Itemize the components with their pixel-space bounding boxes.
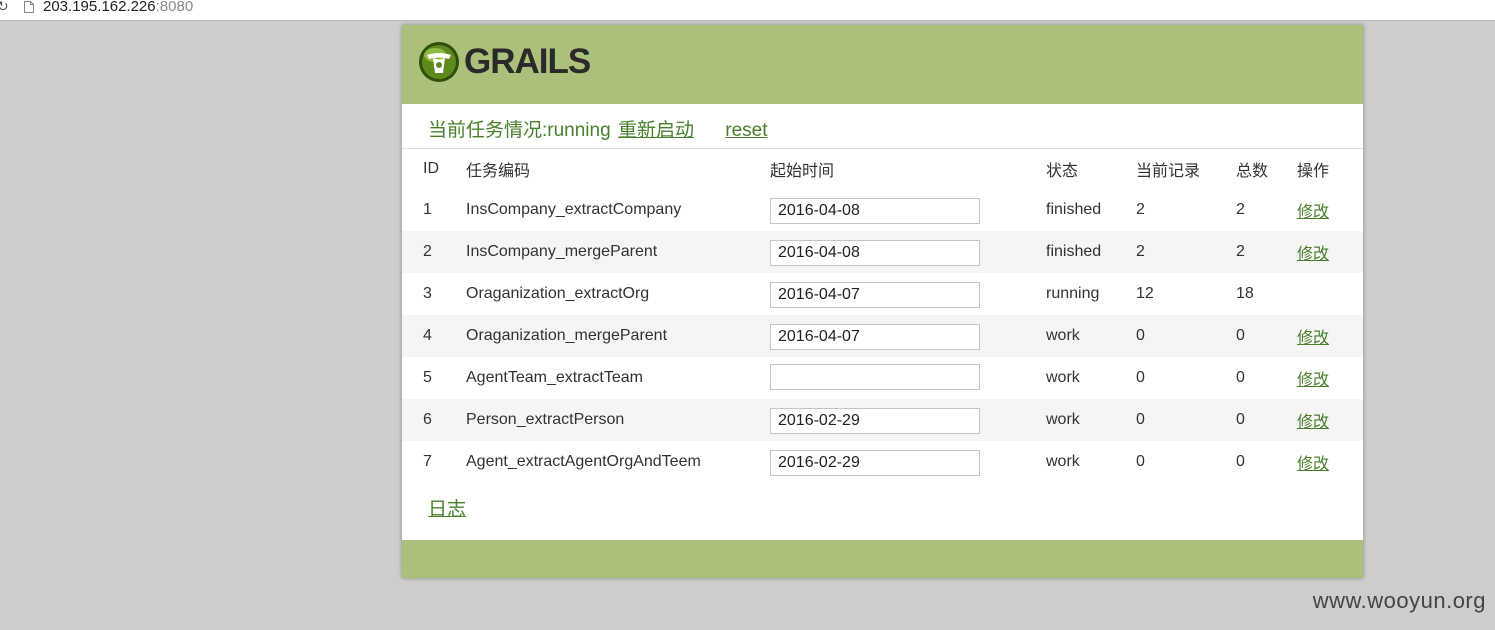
table-row: 7 Agent_extractAgentOrgAndTeem 2016-02-2… [402, 441, 1363, 483]
log-link[interactable]: 日志 [428, 498, 466, 522]
table-row: 2 InsCompany_mergeParent 2016-04-08 fini… [402, 231, 1363, 273]
row-action-cell: 修改 [1297, 231, 1363, 273]
row-current-record: 2 [1136, 201, 1145, 218]
row-state: finished [1046, 243, 1102, 260]
row-action-cell [1297, 273, 1363, 315]
url-text[interactable]: 203.195.162.226:8080 [43, 0, 193, 16]
footer-bar [402, 540, 1363, 578]
row-id: 3 [423, 285, 432, 302]
row-task-code: Oraganization_mergeParent [466, 327, 668, 344]
header-current-record: 当前记录 [1136, 163, 1201, 180]
header-start-time: 起始时间 [770, 163, 835, 180]
row-start-time-cell: 2016-04-08 [770, 189, 1046, 231]
table-row: 4 Oraganization_mergeParent 2016-04-07 w… [402, 315, 1363, 357]
row-id: 4 [423, 327, 432, 344]
url-host: 203.195.162.226 [43, 0, 156, 15]
row-total: 0 [1236, 327, 1245, 344]
row-start-time-cell: 2016-02-29 [770, 399, 1046, 441]
row-total: 2 [1236, 243, 1245, 260]
browser-address-bar[interactable]: ↻ 203.195.162.226:8080 [0, 0, 1495, 21]
row-total: 0 [1236, 453, 1245, 470]
edit-link[interactable]: 修改 [1297, 372, 1329, 389]
reload-icon[interactable]: ↻ [0, 0, 9, 14]
start-time-input[interactable]: 2016-04-08 [770, 240, 980, 266]
table-header-row: ID 任务编码 起始时间 状态 当前记录 总数 操作 [402, 149, 1363, 189]
row-start-time-cell: 2016-04-07 [770, 273, 1046, 315]
row-total: 2 [1236, 201, 1245, 218]
row-task-code: Person_extractPerson [466, 411, 625, 428]
watermark: www.wooyun.org [1312, 588, 1486, 613]
row-state: work [1046, 369, 1080, 386]
row-action-cell: 修改 [1297, 441, 1363, 483]
header-total: 总数 [1236, 163, 1269, 180]
row-task-code: InsCompany_mergeParent [466, 243, 658, 260]
main-container: GRAILS 当前任务情况:running 重新启动 reset ID 任务编码… [402, 25, 1363, 578]
start-time-input[interactable]: 2016-04-07 [770, 324, 980, 350]
row-task-code: Agent_extractAgentOrgAndTeem [466, 453, 701, 470]
header-state: 状态 [1046, 163, 1079, 180]
row-start-time-cell: 2016-02-29 [770, 441, 1046, 483]
restart-link[interactable]: 重新启动 [618, 120, 694, 141]
url-port: :8080 [155, 0, 194, 15]
start-time-input[interactable]: 2016-02-29 [770, 450, 980, 476]
logo-text: GRAILS [464, 42, 591, 81]
row-total: 0 [1236, 411, 1245, 428]
row-current-record: 2 [1136, 243, 1145, 260]
task-status-line: 当前任务情况:running 重新启动 reset [428, 119, 768, 143]
row-action-cell: 修改 [1297, 357, 1363, 399]
row-total: 18 [1236, 285, 1254, 302]
row-current-record: 12 [1136, 285, 1154, 302]
row-start-time-cell [770, 357, 1046, 399]
table-row: 5 AgentTeam_extractTeam work 0 0 修改 [402, 357, 1363, 399]
row-current-record: 0 [1136, 327, 1145, 344]
start-time-input[interactable]: 2016-02-29 [770, 408, 980, 434]
row-state: work [1046, 453, 1080, 470]
row-state: work [1046, 327, 1080, 344]
row-current-record: 0 [1136, 369, 1145, 386]
row-action-cell: 修改 [1297, 315, 1363, 357]
edit-link[interactable]: 修改 [1297, 204, 1329, 221]
edit-link[interactable]: 修改 [1297, 456, 1329, 473]
reset-link[interactable]: reset [725, 120, 767, 141]
row-id: 6 [423, 411, 432, 428]
row-current-record: 0 [1136, 453, 1145, 470]
row-start-time-cell: 2016-04-08 [770, 231, 1046, 273]
row-task-code: InsCompany_extractCompany [466, 201, 682, 218]
table-row: 3 Oraganization_extractOrg 2016-04-07 ru… [402, 273, 1363, 315]
task-status-label: 当前任务情况:running [428, 120, 611, 141]
row-start-time-cell: 2016-04-07 [770, 315, 1046, 357]
row-id: 1 [423, 201, 432, 218]
page-icon [24, 1, 34, 13]
edit-link[interactable]: 修改 [1297, 414, 1329, 431]
start-time-input[interactable] [770, 363, 980, 390]
header-task-code: 任务编码 [466, 163, 531, 180]
task-table: ID 任务编码 起始时间 状态 当前记录 总数 操作 1 InsCompany_… [402, 149, 1363, 483]
edit-link[interactable]: 修改 [1297, 330, 1329, 347]
row-id: 5 [423, 369, 432, 386]
grails-logo: GRAILS [418, 40, 598, 84]
row-current-record: 0 [1136, 411, 1145, 428]
grails-logo-icon [419, 42, 459, 82]
row-state: work [1046, 411, 1080, 428]
header-bar: GRAILS [402, 25, 1363, 104]
row-task-code: AgentTeam_extractTeam [466, 369, 643, 386]
row-action-cell: 修改 [1297, 399, 1363, 441]
row-total: 0 [1236, 369, 1245, 386]
row-id: 7 [423, 453, 432, 470]
edit-link[interactable]: 修改 [1297, 246, 1329, 263]
start-time-input[interactable]: 2016-04-08 [770, 198, 980, 224]
table-row: 1 InsCompany_extractCompany 2016-04-08 f… [402, 189, 1363, 231]
row-state: running [1046, 285, 1100, 302]
row-task-code: Oraganization_extractOrg [466, 285, 650, 302]
row-id: 2 [423, 243, 432, 260]
start-time-input[interactable]: 2016-04-07 [770, 282, 980, 308]
row-action-cell: 修改 [1297, 189, 1363, 231]
table-row: 6 Person_extractPerson 2016-02-29 work 0… [402, 399, 1363, 441]
header-id: ID [423, 160, 439, 177]
header-action: 操作 [1297, 163, 1330, 180]
row-state: finished [1046, 201, 1102, 218]
